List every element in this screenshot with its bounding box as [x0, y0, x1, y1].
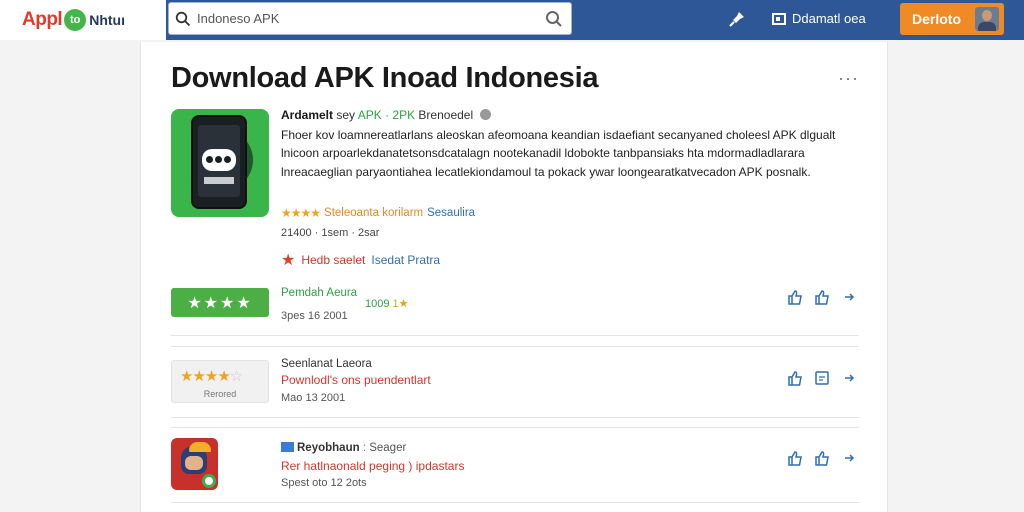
top-bar: Appl to Nhtuı Ddamatl oea Derloto — [0, 0, 1024, 40]
app-category: Brenoedel — [418, 108, 474, 122]
rating-link[interactable]: Sesaulira — [427, 207, 475, 219]
verified-icon — [202, 474, 216, 488]
divider — [171, 346, 859, 347]
divider — [171, 335, 859, 336]
app-type: APK · 2PK — [357, 108, 416, 122]
feature-red-text[interactable]: Hedb saelet — [301, 253, 365, 267]
download-cta-button[interactable]: Derloto — [900, 3, 1004, 35]
list-item-star: 1★ — [392, 298, 409, 310]
nav-link-label: Ddamatl oea — [792, 11, 866, 26]
list-item-date: Mao 13 2001 — [281, 392, 346, 404]
list-item-thumbnail[interactable]: ★★★★ — [171, 288, 269, 317]
cta-label: Derloto — [912, 11, 961, 27]
list-item-title[interactable]: Reyobhaun : Seager — [281, 442, 406, 454]
logo-brand: Appl — [22, 9, 63, 30]
chat-bubble-icon — [202, 149, 236, 171]
list-item-value: 1009 1★ — [365, 297, 409, 310]
list-item-count: 1009 — [365, 298, 390, 310]
chevron-right-icon[interactable] — [840, 369, 858, 387]
row-actions — [786, 449, 867, 467]
page-title: Download APK Inoad Indonesia — [171, 62, 599, 94]
rating-stars: ★★★★☆ — [180, 367, 243, 385]
thumbs-up-icon[interactable] — [786, 288, 804, 306]
app-by: sey — [336, 108, 356, 122]
list-item-subtitle[interactable]: Pownlodl's ons puendentlart — [281, 373, 431, 387]
site-logo[interactable]: Appl to Nhtuı — [22, 8, 125, 32]
list-item-thumbnail[interactable]: ★★★★☆ Rerored — [171, 360, 269, 403]
logo-brand-secondary: Nhtuı — [89, 12, 125, 28]
phone-label — [204, 177, 234, 184]
list-item-subtitle[interactable]: Rer hatlnaonald peging ) ipdastars — [281, 459, 464, 473]
thumbs-up-outline-icon[interactable] — [813, 449, 831, 467]
pin-icon[interactable] — [728, 10, 746, 33]
row-actions — [786, 369, 867, 387]
phone-icon — [191, 115, 247, 209]
search-icon — [169, 11, 197, 27]
search-submit-icon[interactable] — [545, 10, 563, 33]
list-item-title-extra: Seager — [369, 442, 407, 454]
list-item-date: Spest oto 12 2ots — [281, 477, 367, 489]
thumbnail-caption: Rerored — [203, 389, 237, 399]
divider — [171, 502, 859, 503]
search-input[interactable] — [197, 11, 537, 26]
app-name[interactable]: Ardamelt — [281, 108, 333, 122]
filled-stars: ★★★★ — [180, 368, 231, 385]
tag-icon — [281, 442, 294, 452]
row-actions — [786, 288, 867, 306]
avatar[interactable] — [975, 7, 999, 31]
app-description: Fhoer kov loamnereatlarlans aleoskan afe… — [281, 128, 836, 179]
feature-line: ★ Hedb saelet Isedat Pratra — [281, 250, 440, 270]
globe-icon — [480, 109, 492, 120]
app-icon[interactable] — [171, 109, 269, 217]
thumbs-up-outline-icon[interactable] — [813, 288, 831, 306]
list-item-title[interactable]: Seenlanat Laeora — [281, 358, 372, 370]
star-icon: ★ — [281, 252, 296, 269]
feature-blue-text[interactable]: Isedat Pratra — [371, 253, 440, 267]
app-meta: Ardamelt sey APK · 2PK Brenoedel — [281, 108, 492, 122]
character-hat — [189, 442, 211, 452]
list-item-title[interactable]: Pemdah Aeura — [281, 287, 357, 299]
chevron-right-icon[interactable] — [840, 288, 858, 306]
empty-star: ☆ — [229, 368, 243, 385]
divider — [171, 427, 859, 428]
thumbs-up-icon[interactable] — [786, 449, 804, 467]
more-options-icon[interactable]: ··· — [838, 68, 859, 89]
list-item-title-text: Reyobhaun — [297, 442, 360, 454]
app-stats: 21400 · 1sem · 2sar — [281, 227, 380, 239]
message-icon[interactable] — [813, 369, 831, 387]
phone-screen — [198, 125, 240, 197]
nav-link-library[interactable]: Ddamatl oea — [772, 11, 866, 26]
rating-text: Steleoanta korilarm — [324, 207, 424, 219]
character-face — [185, 456, 203, 470]
list-item-thumbnail[interactable] — [171, 438, 218, 490]
list-item-date: 3pes 16 2001 — [281, 310, 348, 322]
app-rating: ★★★★ Steleoanta korilarm Sesaulira — [281, 206, 475, 220]
logo-badge: to — [64, 9, 87, 31]
rating-stars: ★★★★ — [281, 206, 321, 220]
divider — [171, 417, 859, 418]
chevron-right-icon[interactable] — [840, 449, 858, 467]
window-icon — [772, 12, 786, 25]
search-bar[interactable] — [168, 2, 572, 35]
thumbs-up-icon[interactable] — [786, 369, 804, 387]
